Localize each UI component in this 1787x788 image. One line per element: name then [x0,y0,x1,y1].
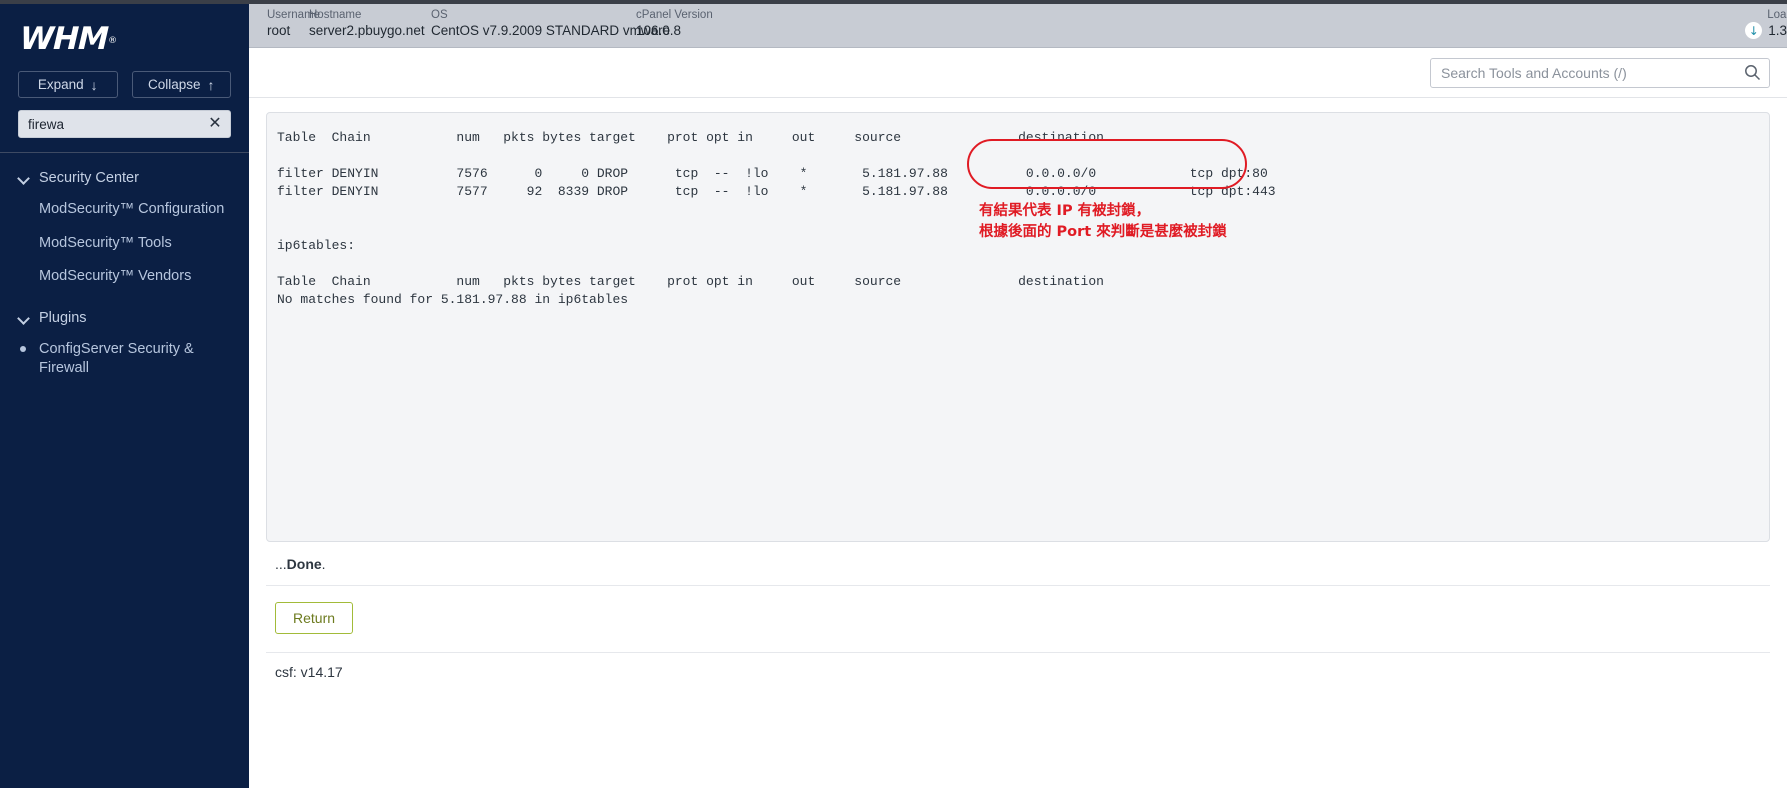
sidebar-item-modsecurity-vendors[interactable]: ModSecurity™ Vendors [0,260,249,294]
sidebar-item-modsecurity-tools[interactable]: ModSecurity™ Tools [0,227,249,261]
collapse-button[interactable]: Collapse ↑ [132,71,232,98]
sidebar-group-security-center[interactable]: Security Center [0,163,249,193]
sidebar-group-label: Plugins [39,310,87,326]
arrow-down-circle-icon: ↓ [1745,22,1762,39]
load-value: 1.3 [1768,23,1787,38]
done-text: Done [287,556,322,572]
server-info-bar: Username root Hostname server2.pbuygo.ne… [249,0,1787,48]
whm-logo-text: WHM [19,24,108,55]
server-load-indicator: Loa ↓ 1.3 [1745,8,1787,39]
os-label: OS [431,8,636,22]
sidebar-search-input[interactable] [18,110,231,138]
load-row: ↓ 1.3 [1745,22,1787,39]
server-info-list: Username root Hostname server2.pbuygo.ne… [249,0,756,40]
content-area: Table Chain num pkts bytes target prot o… [249,112,1787,691]
tools-search-wrap [1430,58,1770,88]
server-info-hostname: Hostname server2.pbuygo.net [309,8,431,40]
main-panel: Username root Hostname server2.pbuygo.ne… [249,0,1787,788]
sidebar-item-modsecurity-configuration[interactable]: ModSecurity™ Configuration [0,193,249,227]
whm-app: WHM® Expand ↓ Collapse ↑ ✕ Security Cent… [0,0,1787,788]
server-info-cpanel-version: cPanel Version 106.0.8 [636,8,756,40]
done-status-row: ...Done. [266,542,1770,586]
return-row: Return [266,586,1770,634]
tools-search-bar [249,48,1787,98]
server-info-os: OS CentOS v7.9.2009 STANDARD vmware [431,8,636,40]
sidebar-group-plugins[interactable]: Plugins [0,303,249,333]
username-label: Username [267,8,309,22]
sidebar-group-label: Security Center [39,170,139,186]
close-icon[interactable]: ✕ [207,115,223,131]
sidebar-search-wrap: ✕ [0,98,249,138]
username-value: root [267,22,309,40]
iptables-output: Table Chain num pkts bytes target prot o… [277,129,1769,309]
sidebar-nav: Security Center ModSecurity™ Configurati… [0,153,249,386]
whm-logo[interactable]: WHM® [0,4,249,61]
chevron-down-icon [18,312,30,324]
csf-version-footer: csf: v14.17 [266,652,1770,691]
sidebar: WHM® Expand ↓ Collapse ↑ ✕ Security Cent… [0,0,249,788]
expand-button[interactable]: Expand ↓ [18,71,118,98]
hostname-label: Hostname [309,8,431,22]
done-prefix: ... [275,556,287,572]
bullet-icon [20,346,26,352]
sidebar-item-configserver-security-firewall[interactable]: ConfigServer Security & Firewall [0,333,249,386]
arrow-up-icon: ↑ [208,78,215,92]
collapse-button-label: Collapse [148,77,201,92]
load-label: Loa [1745,8,1786,22]
return-button[interactable]: Return [275,602,353,634]
chevron-down-icon [18,172,30,184]
hostname-value: server2.pbuygo.net [309,22,431,40]
search-icon[interactable] [1744,64,1761,81]
cpanel-version-value: 106.0.8 [636,22,756,40]
whm-logo-registered-mark: ® [108,37,116,46]
server-info-username: Username root [267,8,309,40]
expand-collapse-row: Expand ↓ Collapse ↑ [0,61,249,98]
expand-button-label: Expand [38,77,84,92]
cpanel-version-label: cPanel Version [636,8,756,22]
terminal-output-panel: Table Chain num pkts bytes target prot o… [266,112,1770,542]
sidebar-item-label: ConfigServer Security & Firewall [39,341,194,377]
os-value: CentOS v7.9.2009 STANDARD vmware [431,22,636,40]
search-input[interactable] [1430,58,1770,88]
done-suffix: . [322,556,326,572]
arrow-down-icon: ↓ [91,78,98,92]
